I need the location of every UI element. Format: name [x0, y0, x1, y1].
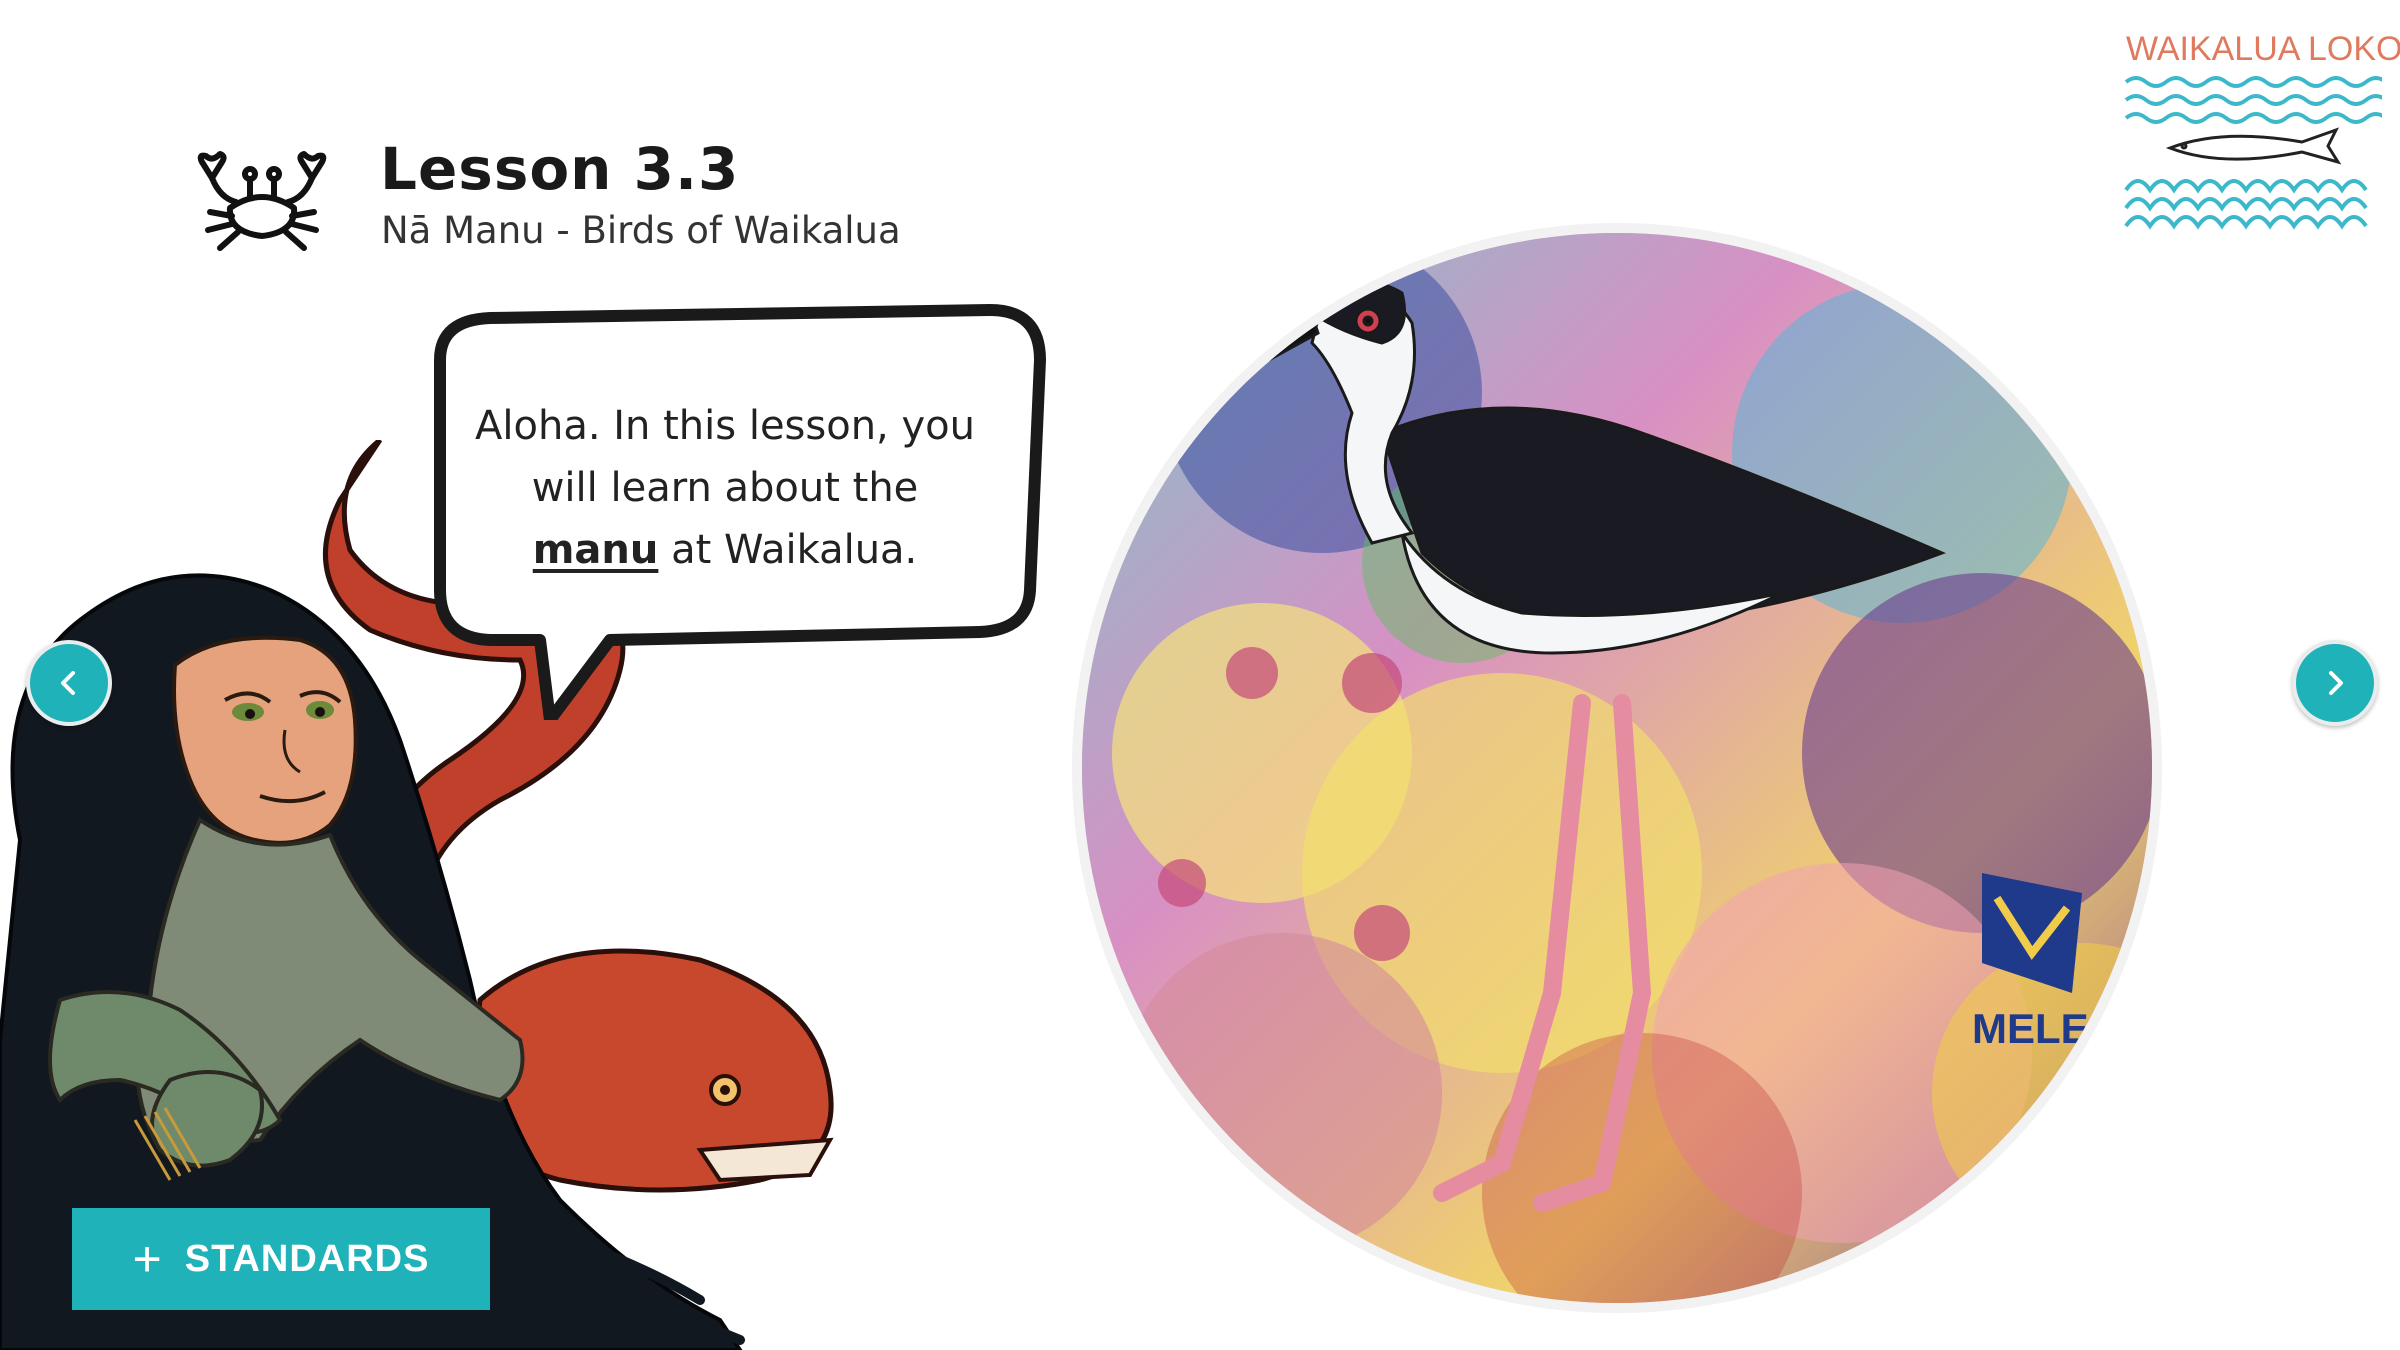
chevron-right-icon: [2329, 671, 2343, 695]
lesson-title: Lesson 3.3: [380, 135, 740, 203]
manu-link[interactable]: manu: [533, 527, 659, 573]
bubble-line-1: Aloha. In this lesson, you: [475, 403, 975, 449]
standards-button[interactable]: + STANDARDS: [72, 1208, 490, 1310]
lesson-subtitle: Nā Manu - Birds of Waikalua: [381, 209, 901, 252]
bird-mural-image: MELE MURALS: [1082, 233, 2152, 1303]
waikalua-logo: [2124, 76, 2382, 230]
crab-icon: [197, 151, 327, 251]
bubble-line-3-rest: at Waikalua.: [658, 527, 918, 573]
bubble-line-2: will learn about the: [531, 465, 919, 511]
chevron-left-icon: [61, 671, 75, 695]
bubble-line-3: manu at Waikalua.: [440, 519, 1010, 581]
prev-slide-button[interactable]: [26, 640, 112, 726]
speech-bubble-text: Aloha. In this lesson, you will learn ab…: [440, 395, 1010, 581]
next-slide-button[interactable]: [2292, 640, 2378, 726]
plus-icon: +: [132, 1231, 163, 1287]
mural-signature: MELE MURALS: [1972, 1005, 2152, 1052]
standards-label: STANDARDS: [184, 1237, 430, 1280]
